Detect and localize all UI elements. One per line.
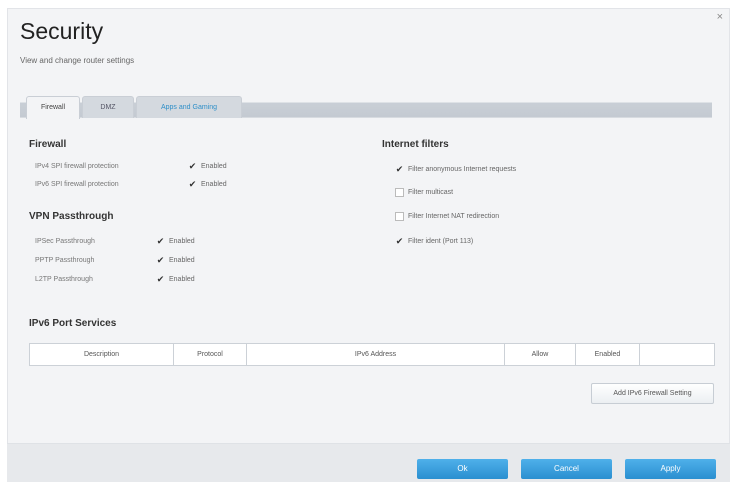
filter-multicast-checkbox[interactable]: Filter multicast (395, 188, 453, 197)
checkbox-box (395, 188, 404, 197)
l2tp-checkbox[interactable]: ✔ Enabled (156, 275, 195, 284)
ipv4-spi-label: IPv4 SPI firewall protection (35, 163, 119, 170)
checkbox-label: Enabled (169, 257, 195, 264)
column-header-ipv6-address: IPv6 Address (246, 343, 505, 366)
column-header-actions (639, 343, 715, 366)
ok-button[interactable]: Ok (417, 459, 508, 479)
checkbox-label: Filter multicast (408, 189, 454, 196)
add-ipv6-firewall-setting-button[interactable]: Add IPv6 Firewall Setting (591, 383, 714, 404)
ipv4-spi-checkbox[interactable]: ✔ Enabled (188, 162, 227, 171)
filter-anonymous-checkbox[interactable]: ✔ Filter anonymous Internet requests (395, 165, 516, 174)
checkbox-label: Filter anonymous Internet requests (408, 166, 517, 173)
check-icon: ✔ (156, 236, 165, 246)
footer-bar (7, 443, 730, 482)
vpn-section-title: VPN Passthrough (29, 211, 114, 222)
filter-nat-redirection-checkbox[interactable]: Filter Internet NAT redirection (395, 212, 499, 221)
ipv6-spi-label: IPv6 SPI firewall protection (35, 181, 119, 188)
close-icon[interactable]: × (717, 11, 723, 23)
tab-firewall[interactable]: Firewall (26, 96, 80, 119)
l2tp-label: L2TP Passthrough (35, 276, 93, 283)
column-header-description: Description (29, 343, 174, 366)
page-subtitle: View and change router settings (20, 56, 135, 65)
pptp-label: PPTP Passthrough (35, 257, 95, 264)
column-header-enabled: Enabled (575, 343, 640, 366)
cancel-button[interactable]: Cancel (521, 459, 612, 479)
tab-bar: Firewall DMZ Apps and Gaming (20, 96, 712, 119)
check-icon: ✔ (395, 164, 404, 174)
filter-ident-checkbox[interactable]: ✔ Filter ident (Port 113) (395, 236, 474, 246)
ipv6-section-title: IPv6 Port Services (29, 318, 117, 329)
checkbox-label: Enabled (201, 163, 227, 170)
tab-dmz[interactable]: DMZ (82, 96, 134, 118)
checkbox-label: Filter ident (Port 113) (408, 238, 474, 245)
checkbox-label: Enabled (201, 181, 227, 188)
firewall-section-title: Firewall (29, 139, 67, 150)
table-header-row: Description Protocol IPv6 Address Allow … (29, 343, 715, 366)
check-icon: ✔ (188, 161, 197, 171)
security-panel: × (7, 8, 730, 482)
check-icon: ✔ (188, 179, 197, 189)
column-header-allow: Allow (504, 343, 576, 366)
ipsec-label: IPSec Passthrough (35, 238, 95, 245)
internet-filters-title: Internet filters (382, 139, 449, 150)
column-header-protocol: Protocol (173, 343, 247, 366)
pptp-checkbox[interactable]: ✔ Enabled (156, 256, 195, 265)
page-title: Security (20, 18, 104, 44)
checkbox-label: Enabled (169, 238, 195, 245)
tab-apps-and-gaming[interactable]: Apps and Gaming (136, 96, 242, 118)
checkbox-label: Filter Internet NAT redirection (408, 213, 500, 220)
ipv6-port-services-table: Description Protocol IPv6 Address Allow … (29, 343, 715, 366)
check-icon: ✔ (156, 255, 165, 265)
ipv6-spi-checkbox[interactable]: ✔ Enabled (188, 180, 227, 189)
ipsec-checkbox[interactable]: ✔ Enabled (156, 237, 195, 246)
apply-button[interactable]: Apply (625, 459, 716, 479)
check-icon: ✔ (156, 274, 165, 284)
checkbox-box (395, 212, 404, 221)
checkbox-label: Enabled (169, 276, 195, 283)
check-icon: ✔ (395, 236, 404, 246)
